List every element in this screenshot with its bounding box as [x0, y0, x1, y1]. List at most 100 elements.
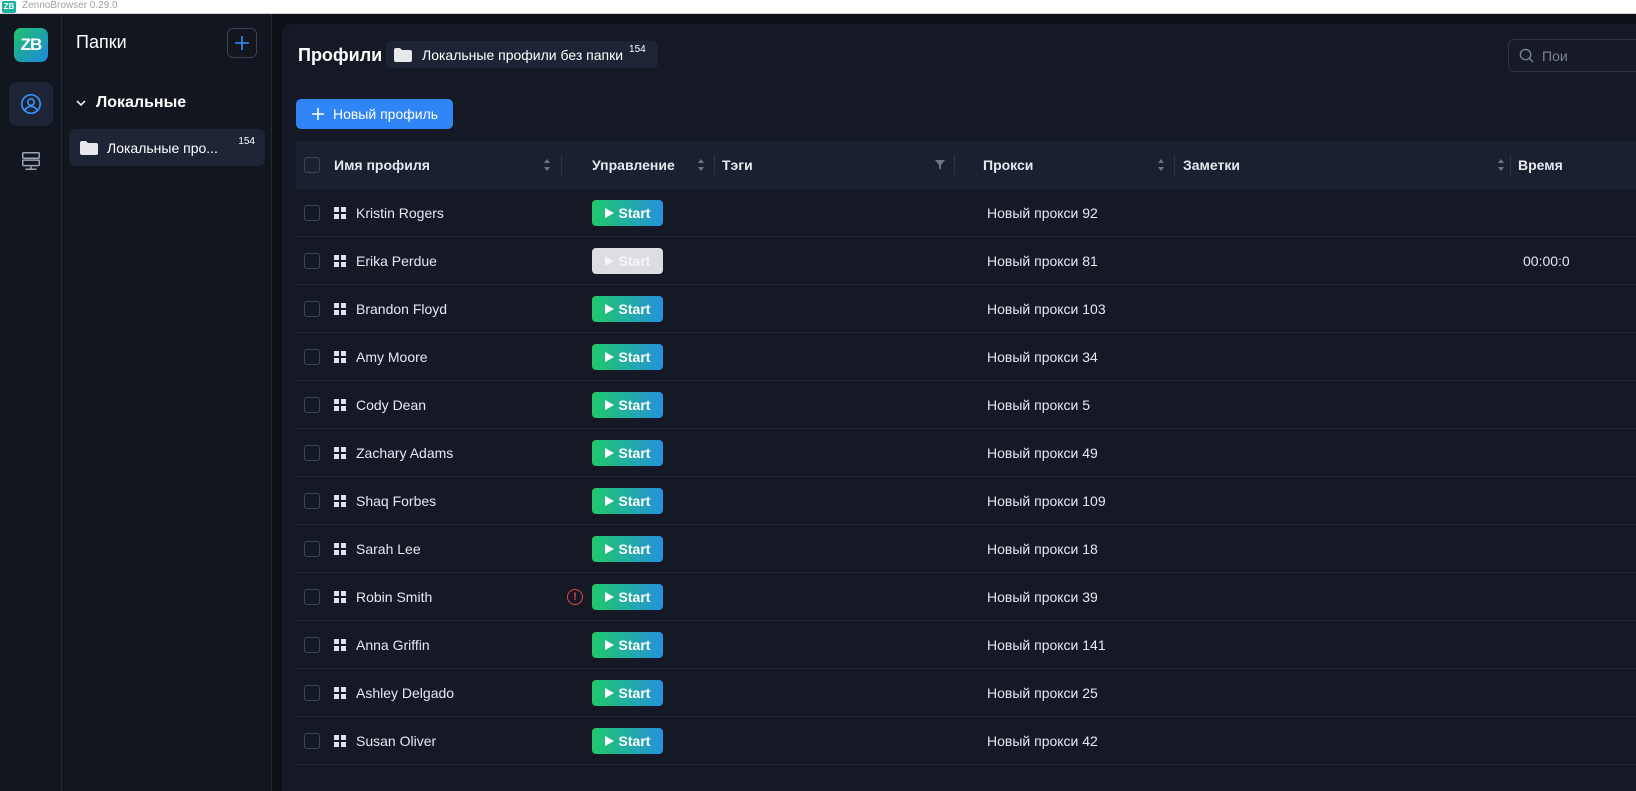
row-select-cell[interactable] [304, 717, 320, 765]
folder-group-label: Локальные [96, 94, 187, 111]
start-label: Start [618, 349, 651, 365]
folders-panel: Папки Локальные Локальные про... 154 [62, 14, 272, 791]
column-notes[interactable]: Заметки [1183, 141, 1513, 189]
windows-icon [334, 303, 346, 315]
table-row[interactable]: Kristin Rogers ! Start Новый прокси 92 [296, 189, 1636, 237]
table-row[interactable]: Sarah Lee ! Start Новый прокси 18 [296, 525, 1636, 573]
table-row[interactable]: Amy Moore ! Start Новый прокси 34 [296, 333, 1636, 381]
start-button[interactable]: Start [592, 728, 663, 754]
profile-name-cell[interactable]: Susan Oliver [334, 717, 436, 765]
row-select-cell[interactable] [304, 237, 320, 285]
row-checkbox[interactable] [304, 493, 320, 509]
row-select-cell[interactable] [304, 669, 320, 717]
column-time[interactable]: Время [1518, 141, 1563, 189]
row-checkbox[interactable] [304, 589, 320, 605]
windows-icon [334, 639, 346, 651]
row-checkbox[interactable] [304, 637, 320, 653]
table-row[interactable]: Brandon Floyd ! Start Новый прокси 103 [296, 285, 1636, 333]
sort-icon[interactable] [1497, 158, 1505, 172]
row-checkbox[interactable] [304, 397, 320, 413]
start-button[interactable]: Start [592, 584, 663, 610]
profile-name-cell[interactable]: Ashley Delgado [334, 669, 454, 717]
control-cell: Start [592, 669, 663, 717]
table-row[interactable]: Robin Smith ! Start Новый прокси 39 [296, 573, 1636, 621]
proxy-name: Новый прокси 109 [987, 493, 1106, 509]
select-all-checkbox[interactable] [304, 157, 320, 173]
profile-name-cell[interactable]: Zachary Adams [334, 429, 453, 477]
select-all-cell[interactable] [304, 141, 320, 189]
profile-name-cell[interactable]: Anna Griffin [334, 621, 430, 669]
table-row[interactable]: Ashley Delgado ! Start Новый прокси 25 [296, 669, 1636, 717]
row-checkbox[interactable] [304, 685, 320, 701]
row-checkbox[interactable] [304, 205, 320, 221]
row-select-cell[interactable] [304, 285, 320, 333]
start-button[interactable]: Start [592, 344, 663, 370]
row-select-cell[interactable] [304, 333, 320, 381]
row-select-cell[interactable] [304, 189, 320, 237]
add-folder-button[interactable] [227, 28, 257, 58]
row-checkbox[interactable] [304, 301, 320, 317]
profile-name-cell[interactable]: Amy Moore [334, 333, 428, 381]
search-input[interactable]: Пои [1508, 39, 1636, 72]
start-button[interactable]: Start [592, 488, 663, 514]
column-control[interactable]: Управление [592, 141, 712, 189]
filter-icon[interactable] [935, 160, 945, 170]
proxy-name: Новый прокси 49 [987, 445, 1098, 461]
table-row[interactable]: Zachary Adams ! Start Новый прокси 49 [296, 429, 1636, 477]
row-checkbox[interactable] [304, 733, 320, 749]
start-button[interactable]: Start [592, 536, 663, 562]
folder-item-local[interactable]: Локальные про... 154 [69, 129, 265, 166]
profile-name-cell[interactable]: Sarah Lee [334, 525, 421, 573]
row-checkbox[interactable] [304, 253, 320, 269]
row-select-cell[interactable] [304, 429, 320, 477]
control-cell: Start [592, 717, 663, 765]
row-checkbox[interactable] [304, 541, 320, 557]
proxy-name: Новый прокси 5 [987, 397, 1091, 413]
column-proxy[interactable]: Прокси [983, 141, 1173, 189]
table-row[interactable]: Susan Oliver ! Start Новый прокси 42 [296, 717, 1636, 765]
start-button[interactable]: Start [592, 632, 663, 658]
column-tags-label: Тэги [722, 157, 753, 173]
proxy-name: Новый прокси 103 [987, 301, 1106, 317]
row-select-cell[interactable] [304, 381, 320, 429]
start-button[interactable]: Start [592, 440, 663, 466]
folder-group-local[interactable]: Локальные [76, 94, 186, 112]
control-cell: Start [592, 573, 663, 621]
row-checkbox[interactable] [304, 445, 320, 461]
column-name[interactable]: Имя профиля [334, 141, 554, 189]
proxy-name: Новый прокси 92 [987, 205, 1098, 221]
profile-name-cell[interactable]: Shaq Forbes [334, 477, 436, 525]
row-select-cell[interactable] [304, 573, 320, 621]
start-button[interactable]: Start [592, 248, 663, 274]
breadcrumb[interactable]: Локальные профили без папки 154 [386, 41, 658, 68]
row-select-cell[interactable] [304, 477, 320, 525]
windows-icon [334, 591, 346, 603]
row-checkbox[interactable] [304, 349, 320, 365]
folder-item-count: 154 [238, 136, 255, 147]
row-select-cell[interactable] [304, 525, 320, 573]
profiles-nav-button[interactable] [9, 82, 53, 126]
column-tags[interactable]: Тэги [722, 141, 950, 189]
start-button[interactable]: Start [592, 680, 663, 706]
profile-name-cell[interactable]: Brandon Floyd [334, 285, 447, 333]
warning-icon[interactable]: ! [567, 589, 583, 605]
sort-icon[interactable] [697, 158, 705, 172]
start-button[interactable]: Start [592, 296, 663, 322]
column-separator [1510, 155, 1511, 175]
table-row[interactable]: Anna Griffin ! Start Новый прокси 141 [296, 621, 1636, 669]
table-row[interactable]: Erika Perdue ! Start Новый прокси 81 00:… [296, 237, 1636, 285]
profile-name-cell[interactable]: Robin Smith [334, 573, 432, 621]
proxies-nav-button[interactable] [9, 139, 53, 183]
table-row[interactable]: Cody Dean ! Start Новый прокси 5 [296, 381, 1636, 429]
profile-name-cell[interactable]: Kristin Rogers [334, 189, 444, 237]
start-button[interactable]: Start [592, 392, 663, 418]
sort-icon[interactable] [1157, 158, 1165, 172]
start-button[interactable]: Start [592, 200, 663, 226]
profile-name-cell[interactable]: Erika Perdue [334, 237, 437, 285]
row-select-cell[interactable] [304, 621, 320, 669]
start-label: Start [618, 253, 651, 269]
table-row[interactable]: Shaq Forbes ! Start Новый прокси 109 [296, 477, 1636, 525]
sort-icon[interactable] [543, 158, 551, 172]
profile-name-cell[interactable]: Cody Dean [334, 381, 426, 429]
new-profile-button[interactable]: Новый профиль [296, 99, 453, 129]
